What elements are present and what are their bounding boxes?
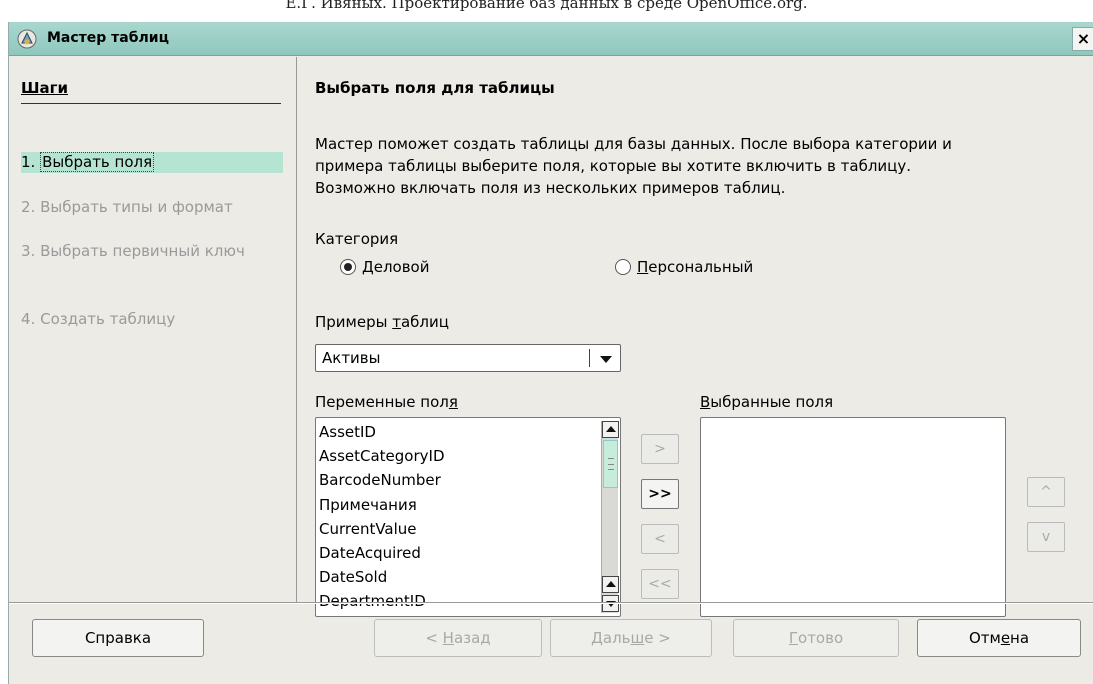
list-item[interactable]: DateSold xyxy=(319,565,445,589)
intro-line: примера таблицы выберите поля, которые в… xyxy=(315,157,912,175)
scroll-up-icon[interactable] xyxy=(602,576,619,593)
step-number: 4. xyxy=(21,310,36,328)
available-fields-list[interactable]: AssetID AssetCategoryID BarcodeNumber Пр… xyxy=(315,417,621,617)
step-number: 1. xyxy=(21,153,36,171)
help-button[interactable]: Справка xyxy=(32,619,204,657)
page-header: Е.Г. Ивяных. Проектирование баз данных в… xyxy=(285,0,808,12)
category-label: Категория xyxy=(315,230,399,248)
add-field-button[interactable]: > xyxy=(641,434,679,464)
step-create-table[interactable]: 4. Создать таблицу xyxy=(21,309,283,330)
main-content: Выбрать поля для таблицы Мастер поможет … xyxy=(315,57,1085,617)
pane-divider xyxy=(296,57,297,602)
scroll-up-icon[interactable] xyxy=(602,421,619,438)
step-select-types[interactable]: 2. Выбрать типы и формат xyxy=(21,197,283,218)
radio-label: Деловой xyxy=(362,258,430,276)
list-item[interactable]: DateAcquired xyxy=(319,541,445,565)
sample-tables-dropdown[interactable]: Активы xyxy=(315,344,621,372)
selected-fields-list[interactable] xyxy=(700,417,1006,617)
radio-business[interactable]: Деловой xyxy=(340,258,429,276)
step-select-fields[interactable]: 1. Выбрать поля xyxy=(21,152,283,173)
table-wizard-dialog: Мастер таблиц × Шаги 1. Выбрать поля 2. … xyxy=(8,22,1093,684)
close-button[interactable]: × xyxy=(1072,27,1093,51)
available-fields-label: Переменные поля xyxy=(315,393,458,411)
intro-line: Мастер поможет создать таблицы для базы … xyxy=(315,135,952,153)
list-item[interactable]: Примечания xyxy=(319,493,445,517)
window-title: Мастер таблиц xyxy=(47,30,169,46)
back-button[interactable]: < Назад xyxy=(374,619,542,657)
steps-title: Шаги xyxy=(21,79,281,104)
title-bar[interactable]: Мастер таблиц × xyxy=(9,22,1093,56)
radio-indicator xyxy=(615,259,631,275)
dropdown-value: Активы xyxy=(322,349,381,367)
cancel-button[interactable]: Отмена xyxy=(917,619,1081,657)
footer-divider-highlight xyxy=(9,603,1093,604)
steps-pane: Шаги 1. Выбрать поля 2. Выбрать типы и ф… xyxy=(9,57,291,602)
scrollbar[interactable] xyxy=(601,421,619,613)
remove-field-button[interactable]: < xyxy=(641,524,679,554)
list-item[interactable]: AssetCategoryID xyxy=(319,444,445,468)
sample-tables-label: Примеры таблиц xyxy=(315,313,449,331)
step-number: 2. xyxy=(21,198,36,216)
intro-text: Мастер поможет создать таблицы для базы … xyxy=(315,133,1085,199)
step-label: Выбрать поля xyxy=(40,152,155,172)
list-item[interactable]: AssetID xyxy=(319,420,445,444)
remove-all-fields-button[interactable]: << xyxy=(641,569,679,599)
move-down-button[interactable]: v xyxy=(1027,522,1065,552)
scrollbar-thumb[interactable] xyxy=(603,440,618,488)
wizard-icon xyxy=(17,29,37,49)
step-label: Выбрать типы и формат xyxy=(40,198,233,216)
list-item[interactable]: CurrentValue xyxy=(319,517,445,541)
dropdown-separator xyxy=(589,349,590,367)
page-heading: Выбрать поля для таблицы xyxy=(315,79,555,97)
radio-label: Персональный xyxy=(637,258,754,276)
move-up-button[interactable]: ^ xyxy=(1027,477,1065,507)
list-items: AssetID AssetCategoryID BarcodeNumber Пр… xyxy=(319,420,445,614)
step-label: Создать таблицу xyxy=(40,310,176,328)
selected-fields-label: Выбранные поля xyxy=(700,393,834,411)
step-select-primary-key[interactable]: 3. Выбрать первичный ключ xyxy=(21,241,251,262)
list-item[interactable]: BarcodeNumber xyxy=(319,468,445,492)
grip-icon xyxy=(608,458,614,470)
step-number: 3. xyxy=(21,242,36,260)
radio-indicator xyxy=(340,259,356,275)
next-button[interactable]: Дальше > xyxy=(550,619,712,657)
radio-personal[interactable]: Персональный xyxy=(615,258,753,276)
step-label: Выбрать первичный ключ xyxy=(40,242,245,260)
chevron-down-icon[interactable] xyxy=(600,356,612,363)
add-all-fields-button[interactable]: >> xyxy=(641,479,679,509)
finish-button[interactable]: Готово xyxy=(733,619,899,657)
intro-line: Возможно включать поля из нескольких при… xyxy=(315,179,786,197)
